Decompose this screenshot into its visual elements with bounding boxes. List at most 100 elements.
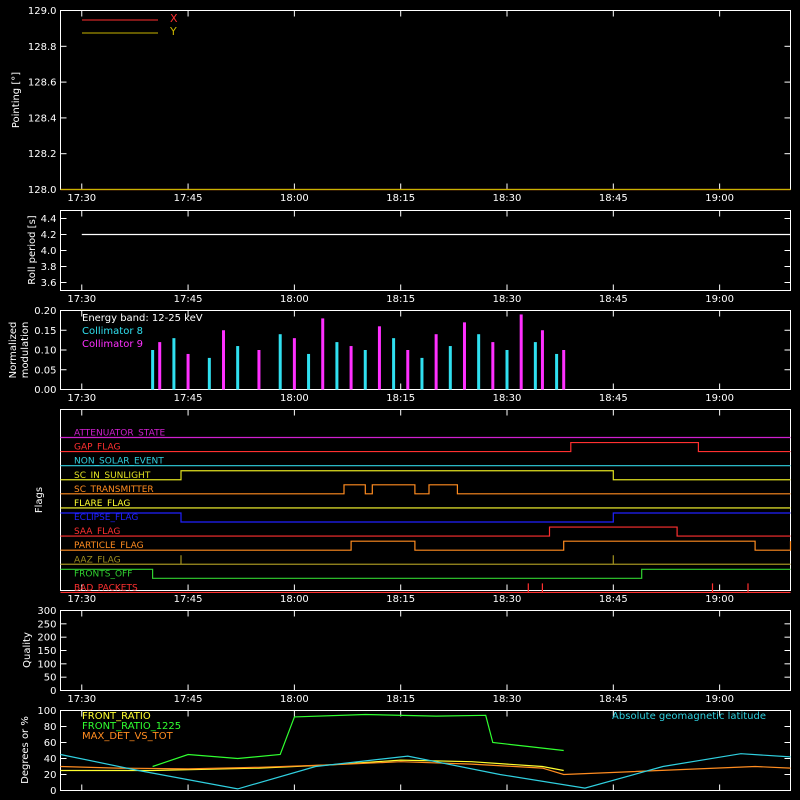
modulation-bar [477,334,481,390]
modulation-bar [236,346,240,390]
y-tick-label: 128.4 [28,113,57,124]
y-tick-label: 128.2 [28,149,57,160]
time-tick-label: 18:45 [599,294,628,305]
y-tick-label: 0.20 [34,306,56,317]
time-tick-label: 17:30 [67,393,96,404]
time-tick-label: 19:00 [705,594,734,605]
y-tick-label: 20 [44,770,57,781]
y-tick-label: 0 [50,686,56,697]
flag-label: SC_IN_SUNLIGHT [74,471,151,481]
y-tick-label: 0.00 [34,385,56,396]
time-tick-label: 17:45 [174,594,203,605]
flag-label: AAZ_FLAG [74,555,121,565]
modulation-bar [434,334,438,390]
y-tick-label: 0.15 [34,326,56,337]
y-tick-label: 128.6 [28,78,57,89]
flag-label: BAD_PACKETS [74,583,138,593]
modulation-bar [448,346,452,390]
legend-max-det: MAX_DET_VS_TOT [82,731,174,742]
flag-label: PARTICLE_FLAG [74,541,144,551]
modulation-bar [392,338,396,390]
y-tick-label: 4.2 [41,230,57,241]
y-tick-label: 3.8 [41,262,57,273]
modulation-ylabel-1: Normalized [8,322,19,379]
modulation-bar [172,338,176,390]
y-tick-label: 300 [37,606,56,617]
y-tick-label: 0.10 [34,346,56,357]
modulation-bar [377,326,381,390]
time-tick-label: 18:00 [280,393,309,404]
y-tick-label: 80 [44,722,57,733]
time-tick-label: 18:30 [493,193,522,204]
flag-label: SC_TRANSMITTER [74,485,154,495]
y-tick-label: 4.0 [41,246,57,257]
time-tick-label: 18:00 [280,594,309,605]
time-tick-label: 17:30 [67,294,96,305]
modulation-bar [420,357,424,390]
flag-label: SAA_FLAG [74,527,120,537]
roll-ylabel: Roll period [s] [27,215,38,284]
modulation-bar [363,350,367,390]
flag-label: ATTENUATOR_STATE [74,429,166,439]
y-tick-label: 128.0 [28,185,57,196]
time-tick-label: 18:30 [493,393,522,404]
legend-geomag-latitude: Absolute geomagnetic latitude [612,711,766,722]
y-tick-label: 0 [50,786,56,797]
y-tick-label: 200 [37,633,56,644]
modulation-bar [151,350,155,390]
time-tick-label: 19:00 [705,694,734,705]
legend-collimator9: Collimator 9 [82,339,143,350]
y-tick-label: 3.6 [41,278,57,289]
flag-label: GAP_FLAG [74,443,120,453]
time-tick-label: 17:45 [174,294,203,305]
y-tick-label: 60 [44,738,57,749]
modulation-bar [540,330,544,390]
time-tick-label: 19:00 [705,193,734,204]
modulation-bar [257,350,261,390]
time-tick-label: 18:00 [280,294,309,305]
time-tick-label: 19:00 [705,393,734,404]
ratio-ylabel: Degrees or % [20,716,31,784]
modulation-bar [335,342,339,390]
modulation-bar [292,338,296,390]
y-tick-label: 0.05 [34,365,56,376]
time-tick-label: 18:45 [599,393,628,404]
flag-label: FRONTS_OFF [74,569,132,579]
y-tick-label: 50 [44,673,57,684]
time-tick-label: 18:00 [280,193,309,204]
modulation-bar [207,357,211,390]
y-tick-label: 128.8 [28,42,57,53]
modulation-bar [222,330,226,390]
modulation-bar [307,353,311,390]
time-tick-label: 17:45 [174,694,203,705]
modulation-bar [555,353,559,390]
flag-label: FLARE_FLAG [74,499,130,509]
modulation-bar [519,314,523,390]
modulation-bar [278,334,282,390]
time-tick-label: 18:00 [280,694,309,705]
time-tick-label: 18:15 [386,294,415,305]
legend-y-label: Y [169,25,177,38]
time-tick-label: 17:30 [67,594,96,605]
modulation-bar [158,342,162,390]
time-tick-label: 18:30 [493,294,522,305]
flag-label: NON_SOLAR_EVENT [74,457,164,467]
time-tick-label: 17:45 [174,393,203,404]
modulation-bar [349,346,353,390]
time-tick-label: 18:30 [493,694,522,705]
time-tick-label: 18:15 [386,393,415,404]
legend-collimator8: Collimator 8 [82,326,143,337]
legend-x-label: X [170,12,178,25]
flag-label: ECLIPSE_FLAG [74,513,138,523]
modulation-bar [321,318,325,390]
time-tick-label: 19:00 [705,294,734,305]
time-tick-label: 18:45 [599,594,628,605]
y-tick-label: 100 [37,659,56,670]
time-tick-label: 18:45 [599,193,628,204]
orbit-summary-plot: 17:30 17:45 18:00 18:15 18:30 18:45 19:00 17:30… [0,0,800,800]
time-tick-label: 18:15 [386,694,415,705]
modulation-bar [491,342,495,390]
y-tick-label: 129.0 [28,6,57,17]
energy-band-annotation: Energy band: 12-25 keV [82,313,203,324]
time-tick-label: 18:30 [493,594,522,605]
